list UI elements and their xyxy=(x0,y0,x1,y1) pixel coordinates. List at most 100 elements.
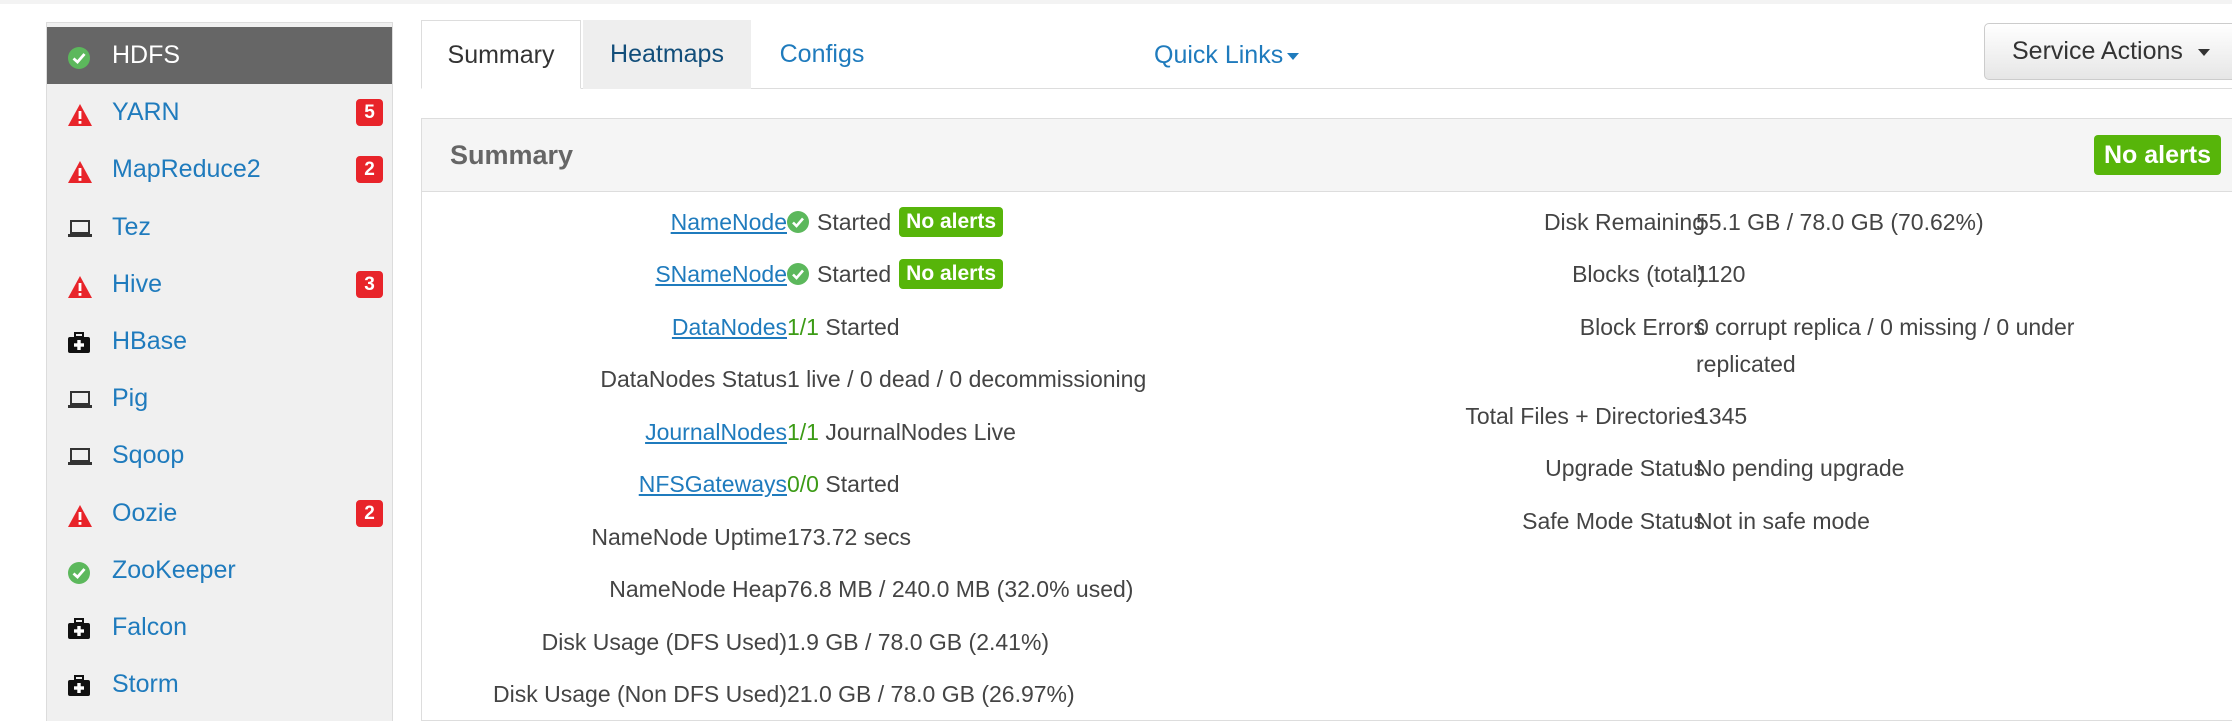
journalnodes-link[interactable]: JournalNodes xyxy=(645,414,787,450)
sidebar-item-label: Oozie xyxy=(112,498,178,527)
laptop-icon xyxy=(67,389,92,411)
snamenode-alert-badge[interactable]: No alerts xyxy=(899,258,1004,289)
nfsgateways-status-text: Started xyxy=(825,471,900,497)
sidebar-item-label: Pig xyxy=(112,384,149,413)
sidebar-item-storm[interactable]: Storm xyxy=(47,656,392,713)
disk-remaining-label: Disk Remaining xyxy=(1543,209,1705,235)
medkit-icon xyxy=(67,332,91,354)
journalnodes-value: 1/1 JournalNodes Live xyxy=(787,414,1016,450)
warning-icon xyxy=(67,103,92,127)
laptop-icon xyxy=(67,446,92,468)
namenode-link[interactable]: NameNode xyxy=(671,204,787,240)
journalnodes-status-text: JournalNodes Live xyxy=(825,419,1016,445)
block-errors-value-line2: replicated xyxy=(1696,351,1796,377)
sidebar-item-label: HDFS xyxy=(112,41,181,69)
namenode-uptime-value: 173.72 secs xyxy=(787,524,912,550)
check-circle-icon xyxy=(787,262,809,285)
snamenode-link[interactable]: SNameNode xyxy=(655,256,787,292)
disk-usage-dfs-value: 1.9 GB / 78.0 GB (2.41%) xyxy=(787,629,1050,655)
sidebar-item-label: Sqoop xyxy=(112,441,185,470)
chevron-down-icon xyxy=(2197,48,2210,56)
namenode-status-text: Started xyxy=(817,209,892,235)
sidebar-item-label: ZooKeeper xyxy=(112,555,236,584)
sidebar-item-pig[interactable]: Pig xyxy=(47,370,392,427)
datanodes-count: 1/1 xyxy=(787,314,819,340)
block-errors-value-line1: 0 corrupt replica / 0 missing / 0 under xyxy=(1696,314,2075,340)
datanodes-value: 1/1 Started xyxy=(787,309,900,345)
sidebar-item-hbase[interactable]: HBase xyxy=(47,313,392,370)
nfsgateways-value: 0/0 Started xyxy=(787,466,900,502)
journalnodes-count: 1/1 xyxy=(787,419,819,445)
no-alerts-badge[interactable]: No alerts xyxy=(2094,135,2221,175)
service-actions-button[interactable]: Service Actions xyxy=(1984,23,2232,80)
sidebar-item-label: Tez xyxy=(112,212,151,241)
blocks-total-value: 1120 xyxy=(1696,261,1746,287)
sidebar-item-label: YARN xyxy=(112,98,180,127)
disk-remaining-value: 55.1 GB / 78.0 GB (70.62%) xyxy=(1696,209,1984,235)
total-files-value: 1345 xyxy=(1696,403,1748,429)
services-sidebar: HDFS YARN 5 MapReduce2 2 Tez Hive 3 HBase Pig Sqoo… xyxy=(46,22,393,721)
datanodes-status-value: 1 live / 0 dead / 0 decommissioning xyxy=(787,366,1147,392)
snamenode-status: Started No alerts xyxy=(787,256,1004,292)
safe-mode-value: Not in safe mode xyxy=(1696,508,1870,534)
safe-mode-label: Safe Mode Status xyxy=(1522,508,1705,534)
nfsgateways-count: 0/0 xyxy=(787,471,819,497)
sidebar-item-label: HBase xyxy=(112,327,188,355)
sidebar-item-sqoop[interactable]: Sqoop xyxy=(47,427,392,484)
laptop-icon xyxy=(67,218,92,240)
alert-count-badge[interactable]: 2 xyxy=(356,156,383,184)
sidebar-item-label: Hive xyxy=(112,269,163,298)
total-files-label: Total Files + Directories xyxy=(1465,403,1705,429)
sidebar-item-mapreduce2[interactable]: MapReduce2 2 xyxy=(47,141,392,198)
upgrade-status-label: Upgrade Status xyxy=(1545,455,1705,481)
sidebar-item-falcon[interactable]: Falcon xyxy=(47,599,392,656)
namenode-uptime-label: NameNode Uptime xyxy=(591,524,787,550)
alert-count-badge[interactable]: 2 xyxy=(356,499,383,527)
disk-usage-non-dfs-value: 21.0 GB / 78.0 GB (26.97%) xyxy=(787,681,1075,707)
disk-usage-non-dfs-label: Disk Usage (Non DFS Used) xyxy=(493,681,787,707)
datanodes-status-label: DataNodes Status xyxy=(600,366,787,392)
sidebar-item-oozie[interactable]: Oozie 2 xyxy=(47,485,392,542)
medkit-icon xyxy=(67,675,91,697)
upgrade-status-value: No pending upgrade xyxy=(1696,455,1905,481)
chevron-down-icon xyxy=(1287,52,1300,60)
panel-title: Summary xyxy=(450,140,574,170)
warning-icon xyxy=(67,160,92,184)
datanodes-link[interactable]: DataNodes xyxy=(672,309,787,345)
disk-usage-dfs-label: Disk Usage (DFS Used) xyxy=(541,629,787,655)
nfsgateways-link[interactable]: NFSGateways xyxy=(639,466,787,502)
alert-count-badge[interactable]: 5 xyxy=(356,99,383,127)
tab-heatmaps[interactable]: Heatmaps xyxy=(583,20,751,89)
namenode-heap-label: NameNode Heap xyxy=(609,576,787,602)
warning-icon xyxy=(67,275,92,298)
check-circle-icon xyxy=(67,561,91,584)
namenode-status: Started No alerts xyxy=(787,204,1004,240)
sidebar-item-label: Storm xyxy=(112,670,179,699)
datanodes-status-text: Started xyxy=(825,314,900,340)
sidebar-item-yarn[interactable]: YARN 5 xyxy=(47,84,392,141)
summary-panel-header: Summary No alerts xyxy=(422,119,2232,192)
warning-icon xyxy=(67,504,92,527)
sidebar-item-hdfs[interactable]: HDFS xyxy=(47,27,392,84)
namenode-alert-badge[interactable]: No alerts xyxy=(899,206,1004,237)
namenode-heap-value: 76.8 MB / 240.0 MB (32.0% used) xyxy=(787,576,1134,602)
sidebar-item-tez[interactable]: Tez xyxy=(47,199,392,256)
quick-links-dropdown[interactable]: Quick Links xyxy=(1154,41,1300,70)
block-errors-label: Block Errors xyxy=(1579,314,1705,340)
sidebar-item-label: Falcon xyxy=(112,613,188,641)
sidebar-item-zookeeper[interactable]: ZooKeeper xyxy=(47,542,392,599)
tab-configs[interactable]: Configs xyxy=(756,20,888,89)
snamenode-status-text: Started xyxy=(817,261,892,287)
check-circle-icon xyxy=(67,46,91,69)
summary-panel: Summary No alerts NameNode Started No ale… xyxy=(421,118,2232,721)
blocks-total-label: Blocks (total) xyxy=(1572,261,1705,287)
quick-links-label: Quick Links xyxy=(1154,41,1284,69)
medkit-icon xyxy=(67,618,91,640)
sidebar-item-label: MapReduce2 xyxy=(112,155,261,184)
sidebar-item-hive[interactable]: Hive 3 xyxy=(47,256,392,313)
alert-count-badge[interactable]: 3 xyxy=(356,270,383,298)
service-actions-label: Service Actions xyxy=(2012,37,2183,65)
top-border xyxy=(0,0,2232,4)
check-circle-icon xyxy=(787,210,809,233)
tab-summary[interactable]: Summary xyxy=(421,20,581,89)
